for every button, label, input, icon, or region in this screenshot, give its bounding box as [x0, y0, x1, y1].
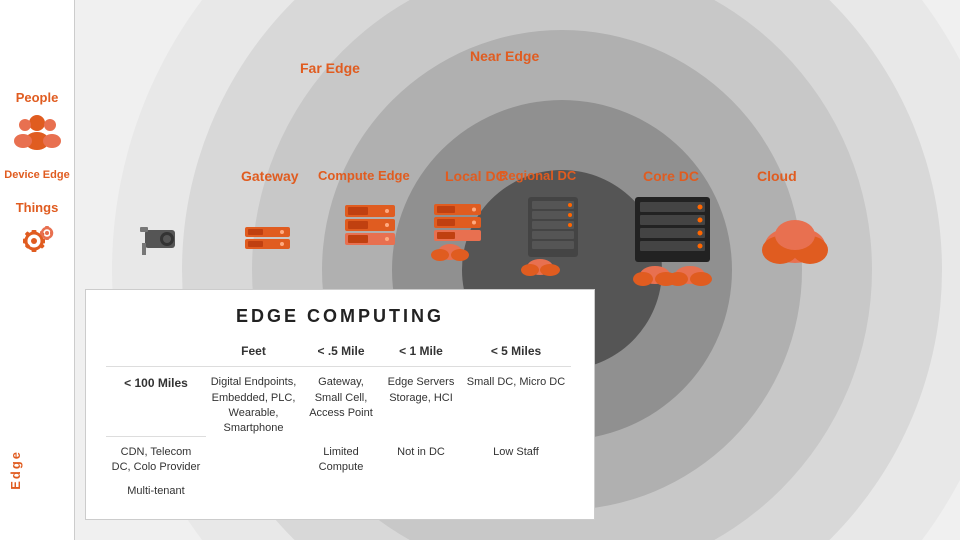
local-dc-label: Local DC: [445, 168, 506, 184]
edge-label: Edge: [8, 450, 23, 490]
far-edge-label: Far Edge: [300, 60, 360, 76]
row2-col0: [206, 441, 301, 480]
row2-col4: Multi-tenant: [106, 480, 206, 503]
col-0-header: [106, 339, 206, 367]
device-edge-section: Device Edge: [4, 169, 69, 185]
table-title: EDGE COMPUTING: [106, 306, 574, 327]
cloud-icon: [755, 210, 835, 270]
compute-edge-icon: [340, 200, 400, 265]
sidebar: People Device Edge Things: [0, 0, 75, 540]
row1-col3: Small DC, Micro DC: [461, 371, 571, 441]
table-grid: Feet < .5 Mile < 1 Mile < 5 Miles < 100 …: [106, 339, 574, 503]
row1-col2: Edge Servers Storage, HCI: [381, 371, 461, 441]
people-section: People: [15, 90, 60, 154]
gateway-device-icon: [240, 215, 295, 255]
row2-col3: Low Staff: [461, 441, 571, 480]
device-edge-label: Device Edge: [4, 169, 69, 181]
core-dc-icon: [630, 195, 715, 285]
compute-edge-label: Compute Edge: [318, 168, 410, 183]
col-5-header: < 100 Miles: [106, 371, 206, 437]
gateway-label: Gateway: [241, 168, 299, 184]
cloud-label: Cloud: [757, 168, 797, 184]
row2-col1: Limited Compute: [301, 441, 381, 480]
main-content: Far Edge Near Edge Gateway Compute Edge …: [75, 0, 960, 540]
local-dc-icon: [430, 200, 485, 265]
people-icon: [15, 109, 60, 154]
row2-col2: Not in DC: [381, 441, 461, 480]
row1-col0: Digital Endpoints, Embedded, PLC, Wearab…: [206, 371, 301, 441]
regional-dc-icon: [520, 195, 590, 275]
regional-dc-label: Regional DC: [499, 168, 576, 183]
things-label: Things: [16, 200, 59, 215]
things-section: Things: [16, 200, 59, 261]
row1-col1: Gateway, Small Cell, Access Point: [301, 371, 381, 441]
col-4-header: < 5 Miles: [461, 339, 571, 367]
col-2-header: < .5 Mile: [301, 339, 381, 367]
camera-icon: [135, 215, 190, 260]
core-dc-label: Core DC: [643, 168, 699, 184]
info-table: EDGE COMPUTING Feet < .5 Mile < 1 Mile <…: [85, 289, 595, 520]
near-edge-label: Near Edge: [470, 48, 539, 64]
col-3-header: < 1 Mile: [381, 339, 461, 367]
col-1-header: Feet: [206, 339, 301, 367]
people-label: People: [16, 90, 59, 105]
things-icon: [16, 219, 58, 261]
row1-col4: CDN, Telecom DC, Colo Provider: [106, 441, 206, 480]
